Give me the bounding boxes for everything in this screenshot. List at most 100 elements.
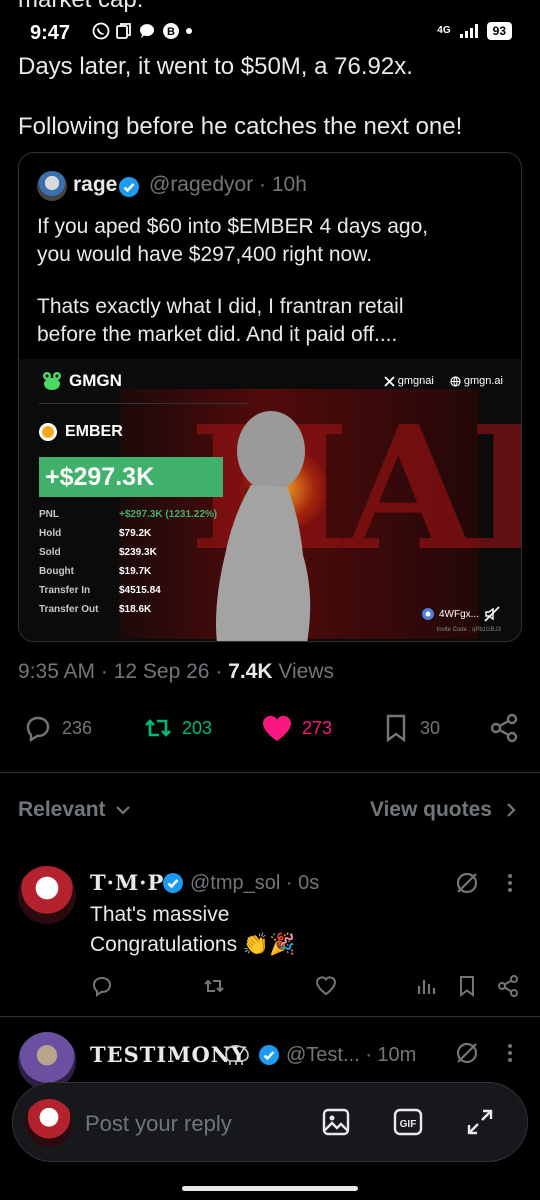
quoted-author-name[interactable]: rage: [73, 173, 117, 197]
battery-indicator: 93: [486, 22, 512, 40]
bitcoin-icon: B: [163, 23, 179, 39]
chevron-down-icon: [115, 806, 130, 815]
repost-action[interactable]: 203: [142, 712, 212, 744]
pnl-stat-value: $18.6K: [119, 604, 152, 615]
quoted-text-line: Thats exactly what I did, I frantran ret…: [37, 295, 404, 318]
tweet-text-clipped: market cap.: [18, 0, 143, 14]
more-options-icon[interactable]: [506, 1042, 514, 1064]
pnl-stat-key: Transfer In: [39, 585, 91, 596]
verified-badge-icon: [163, 873, 183, 893]
reply-composer[interactable]: Post your reply GIF: [12, 1082, 528, 1162]
grok-icon[interactable]: [454, 870, 480, 896]
gif-icon[interactable]: GIF: [393, 1107, 423, 1137]
pnl-stat-key: Transfer Out: [39, 604, 99, 615]
dot-icon: [186, 28, 192, 34]
more-options-icon[interactable]: [506, 872, 514, 894]
pnl-stat-key: Sold: [39, 547, 61, 558]
pnl-stat-value: $79.2K: [119, 528, 152, 539]
reply-action[interactable]: 236: [22, 712, 92, 744]
reply-count: 236: [62, 717, 93, 738]
gmgn-web-link: gmgn.ai: [463, 375, 503, 387]
bookmark-icon[interactable]: [456, 974, 478, 998]
ram-emoji-icon: [225, 1045, 249, 1065]
expand-icon[interactable]: [465, 1107, 495, 1137]
wallet-address: 4WFgx...: [421, 605, 501, 623]
sort-dropdown[interactable]: Relevant: [18, 798, 132, 822]
sort-label: Relevant: [18, 798, 106, 821]
signal-icon: [459, 24, 478, 38]
reply-input-placeholder[interactable]: Post your reply: [85, 1111, 232, 1137]
svg-text:GIF: GIF: [400, 1119, 417, 1130]
tweet-text-line: Days later, it went to $50M, a 76.92x.: [18, 53, 413, 80]
chevron-right-icon: [507, 803, 516, 817]
view-quotes-link[interactable]: View quotes: [370, 798, 518, 822]
gmgn-links: gmgnai gmgn.ai: [384, 375, 503, 387]
divider: [0, 772, 540, 773]
like-action[interactable]: 273: [260, 712, 332, 744]
reply-icon: [26, 716, 50, 743]
reply-avatar[interactable]: [18, 866, 76, 924]
status-right: 4G 93: [437, 22, 512, 40]
image-icon[interactable]: [321, 1107, 351, 1137]
composer-avatar: [25, 1099, 73, 1147]
share-icon[interactable]: [496, 974, 520, 998]
tweet-time: 9:35 AM: [18, 660, 96, 683]
repost-count: 203: [182, 717, 213, 738]
network-label: 4G: [437, 25, 451, 36]
reply-text-line: That's massive: [90, 903, 230, 926]
quoted-avatar[interactable]: [37, 171, 67, 201]
whatsapp-icon: [92, 22, 110, 40]
pnl-stat-key: PNL: [39, 509, 59, 520]
divider: [0, 1016, 540, 1017]
frog-icon: [43, 372, 61, 390]
tweet-actions: 236 203 273 30: [0, 712, 540, 752]
tweet-text-line: Following before he catches the next one…: [18, 113, 463, 140]
repost-icon: [145, 719, 171, 737]
reply-handle: @tmp_sol · 0s: [190, 872, 320, 894]
wallet-address-text: 4WFgx...: [438, 608, 479, 620]
token-icon: [39, 423, 57, 441]
like-count: 273: [302, 717, 333, 738]
reply-text-line: Congratulations 👏🎉: [90, 933, 296, 956]
verified-badge-icon: [119, 177, 139, 197]
views-icon[interactable]: [416, 974, 438, 998]
wallet-icon: [421, 608, 434, 620]
heart-icon[interactable]: [314, 974, 338, 998]
svg-text:B: B: [167, 26, 175, 38]
quoted-text-line: you would have $297,400 right now.: [37, 243, 373, 266]
x-logo-icon: [384, 375, 395, 387]
view-quotes-label: View quotes: [369, 798, 492, 821]
status-time: 9:47: [30, 22, 71, 44]
views-count: 7.4K: [228, 660, 273, 683]
quoted-text-line: If you aped $60 into $EMBER 4 days ago,: [37, 215, 429, 238]
copy-icon: [116, 23, 131, 39]
grok-icon[interactable]: [454, 1040, 480, 1066]
views-label: Views: [278, 660, 335, 683]
mute-icon: [484, 606, 500, 622]
pnl-stat-key: Hold: [39, 528, 62, 539]
gmgn-logo: GMGN: [41, 371, 122, 391]
heart-filled-icon: [263, 715, 291, 741]
verified-badge-icon: [259, 1045, 279, 1065]
gmgn-brand: GMGN: [69, 371, 122, 390]
pnl-amount: +$297.3K: [39, 457, 223, 497]
reply-author-name[interactable]: T·M·P: [90, 870, 164, 895]
pnl-stat-value: $4515.84: [119, 585, 161, 596]
gmgn-x-link: gmgnai: [397, 375, 434, 387]
bookmark-action[interactable]: 30: [380, 712, 440, 744]
globe-icon: [450, 375, 461, 387]
notification-icons: B: [92, 22, 192, 40]
share-action[interactable]: [488, 712, 520, 744]
pnl-card-image[interactable]: HADZ GMGN gmgnai gmgn.ai EMBER +$297.3K …: [19, 359, 521, 641]
bookmark-count: 30: [420, 717, 441, 738]
pnl-stat-value: $239.3K: [119, 547, 157, 558]
quoted-tweet-card[interactable]: rage @ragedyor · 10h If you aped $60 int…: [18, 152, 522, 642]
repost-icon[interactable]: [202, 974, 226, 998]
tweet-meta: 9:35 AM · 12 Sep 26 · 7.4K Views: [18, 660, 335, 683]
pnl-stat-key: Bought: [39, 566, 74, 577]
token-name: EMBER: [65, 423, 123, 440]
reply-icon[interactable]: [90, 974, 114, 998]
reply-actions: [90, 974, 520, 1000]
reply-handle: @Test... · 10m: [286, 1044, 417, 1066]
share-icon: [490, 713, 518, 743]
